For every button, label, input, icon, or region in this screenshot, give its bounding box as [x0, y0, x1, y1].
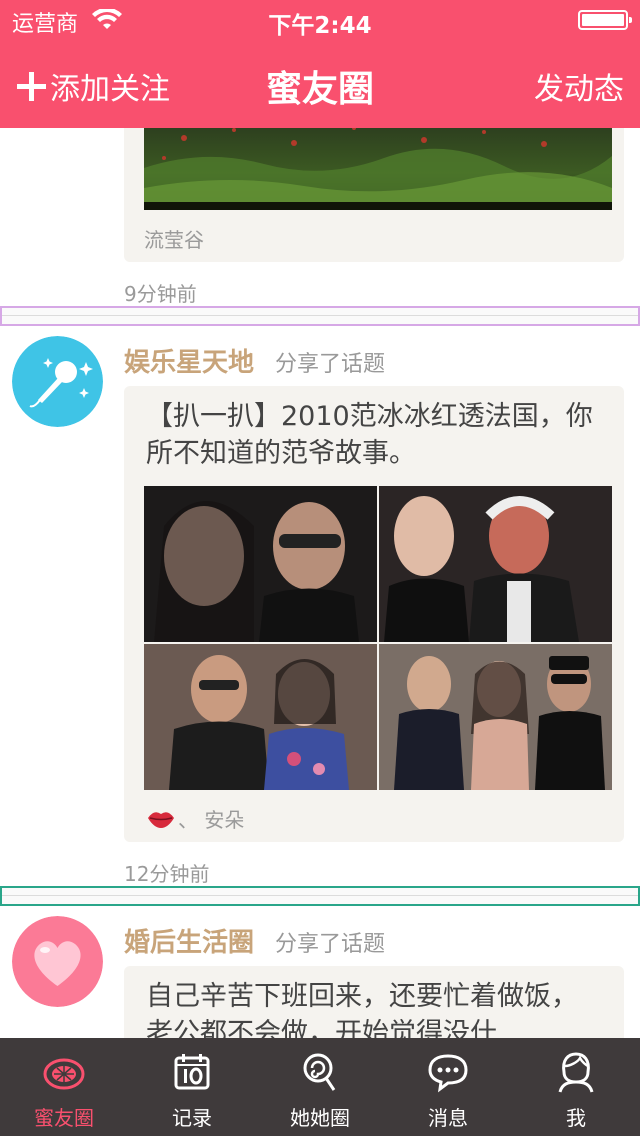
tab-label: 记录 [172, 1106, 212, 1130]
tab-me[interactable]: 我 [512, 1038, 640, 1136]
celebrity-photo-1 [144, 486, 377, 642]
post-photo[interactable] [144, 486, 377, 642]
status-time: 下午2:44 [268, 13, 372, 39]
feed-divider [0, 886, 640, 906]
heart-icon [12, 916, 103, 1007]
feed[interactable]: 流莹谷 9分钟前 娱乐星天地 分享了话题 【扒一扒】2010范冰冰红透法国，你所… [0, 128, 640, 1038]
post-action: 分享了话题 [275, 352, 386, 377]
tab-ta-ta-quan[interactable]: 她她圈 [256, 1038, 384, 1136]
post-author[interactable]: 娱乐星天地 [124, 342, 254, 379]
tab-label: 她她圈 [290, 1106, 350, 1130]
status-bar: 运营商 下午2:44 [0, 0, 640, 40]
post-photo[interactable] [144, 128, 612, 210]
moss-landscape-image [144, 128, 612, 210]
profile-icon [558, 1052, 594, 1093]
calendar-icon [174, 1054, 210, 1090]
tab-label: 消息 [428, 1106, 468, 1130]
post-text: 【扒一扒】2010范冰冰红透法国，你所不知道的范爷故事。 [146, 401, 593, 469]
header: 运营商 下午2:44 添加关注 蜜友圈 发动态 [0, 0, 640, 128]
feed-divider [0, 306, 640, 326]
celebrity-photo-3 [144, 644, 377, 790]
post-update-button[interactable]: 发动态 [534, 64, 624, 108]
avatar[interactable] [12, 916, 103, 1007]
chat-bubble-icon [428, 1054, 468, 1093]
post-time: 9分钟前 [124, 282, 197, 306]
post-action: 分享了话题 [275, 932, 386, 957]
post-photo[interactable] [379, 486, 612, 642]
post-photo[interactable] [144, 644, 377, 790]
battery-icon [578, 10, 632, 30]
tab-bar: 蜜友圈 记录 她她圈 消息 我 [0, 1038, 640, 1136]
post-caption: 流莹谷 [144, 228, 204, 252]
grapefruit-icon [43, 1058, 85, 1090]
post-text: 自己辛苦下班回来，还要忙着做饭，老公都不会做，开始觉得没什 [146, 981, 578, 1038]
tab-messages[interactable]: 消息 [384, 1038, 512, 1136]
liker-names[interactable]: 、 安朵 [178, 804, 244, 833]
post-photo[interactable] [379, 644, 612, 790]
avatar[interactable] [12, 336, 103, 427]
nav-bar: 添加关注 蜜友圈 发动态 [0, 40, 640, 128]
post-card[interactable]: 自己辛苦下班回来，还要忙着做饭，老公都不会做，开始觉得没什 [124, 966, 624, 1038]
post-time: 12分钟前 [124, 862, 210, 886]
microphone-icon [12, 336, 103, 427]
lollipop-icon [303, 1053, 336, 1091]
celebrity-photo-2 [379, 486, 612, 642]
photo-grid [144, 486, 612, 790]
post-author[interactable]: 婚后生活圈 [124, 922, 254, 959]
celebrity-photo-4 [379, 644, 612, 790]
post-card[interactable]: 流莹谷 [124, 128, 624, 262]
tab-records[interactable]: 记录 [128, 1038, 256, 1136]
tab-label: 我 [566, 1106, 586, 1130]
tab-label: 蜜友圈 [34, 1106, 94, 1130]
tab-mi-you-quan[interactable]: 蜜友圈 [0, 1038, 128, 1136]
lips-icon [148, 811, 174, 828]
post-card[interactable]: 【扒一扒】2010范冰冰红透法国，你所不知道的范爷故事。 、 安朵 [124, 386, 624, 842]
liker-row: 、 安朵 [146, 804, 244, 833]
